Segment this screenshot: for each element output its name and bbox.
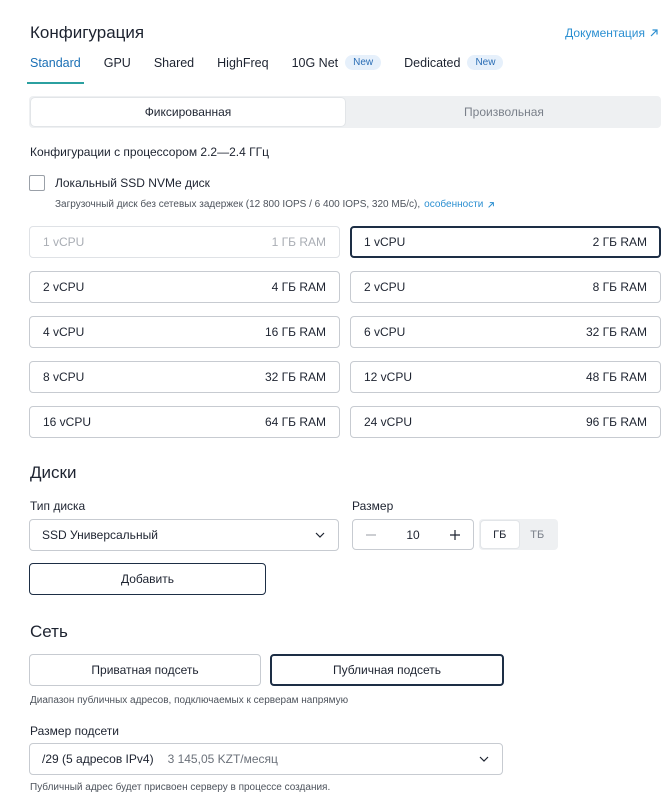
tab-label: Shared — [153, 56, 195, 70]
mode-fixed-button[interactable]: Фиксированная — [31, 98, 345, 126]
preset-ram: 48 ГБ RAM — [585, 370, 647, 384]
local-ssd-hint: Загрузочный диск без сетевых задержек (1… — [55, 199, 495, 210]
mode-custom-button[interactable]: Произвольная — [347, 96, 661, 128]
preset-option[interactable]: 2 vCPU 8 ГБ RAM — [350, 271, 661, 303]
decrement-button[interactable] — [363, 527, 379, 543]
external-link-icon — [488, 201, 495, 208]
disk-size-label: Размер — [352, 499, 394, 513]
tariff-tabs: Standard GPU Shared HighFreq 10G Net New… — [27, 52, 526, 84]
preset-cpu: 4 vCPU — [43, 325, 85, 339]
preset-ram: 1 ГБ RAM — [271, 235, 326, 249]
preset-ram: 16 ГБ RAM — [264, 325, 326, 339]
preset-option[interactable]: 6 vCPU 32 ГБ RAM — [350, 316, 661, 348]
preset-option[interactable]: 12 vCPU 48 ГБ RAM — [350, 361, 661, 393]
preset-ram: 64 ГБ RAM — [264, 415, 326, 429]
subnet-size-label: Размер подсети — [30, 724, 119, 738]
preset-cpu: 12 vCPU — [364, 370, 413, 384]
preset-cpu: 1 vCPU — [43, 235, 85, 249]
preset-ram: 8 ГБ RAM — [592, 280, 647, 294]
chevron-down-icon — [315, 532, 325, 538]
tab-label: GPU — [103, 56, 131, 70]
tab-highfreq[interactable]: HighFreq — [217, 52, 268, 84]
preset-option[interactable]: 24 vCPU 96 ГБ RAM — [350, 406, 661, 438]
tab-10g-net[interactable]: 10G Net New — [292, 52, 382, 84]
disk-size-stepper: 10 — [352, 519, 474, 550]
preset-cpu: 16 vCPU — [43, 415, 92, 429]
preset-ram: 32 ГБ RAM — [264, 370, 326, 384]
config-mode-switch: Фиксированная Произвольная — [29, 96, 661, 128]
tab-shared[interactable]: Shared — [154, 52, 194, 84]
public-subnet-button[interactable]: Публичная подсеть — [270, 654, 504, 686]
preset-ram: 96 ГБ RAM — [585, 415, 647, 429]
cpu-config-title: Конфигурации с процессором 2.2—2.4 ГГц — [30, 145, 269, 159]
local-ssd-checkbox[interactable] — [29, 175, 45, 191]
disk-size-input[interactable]: 10 — [406, 528, 419, 542]
subnet-size-select[interactable]: /29 (5 адресов IPv4) 3 145,05 KZT/месяц — [29, 743, 503, 775]
docs-link-label: Документация — [565, 26, 645, 40]
preset-cpu: 2 vCPU — [43, 280, 85, 294]
private-subnet-button[interactable]: Приватная подсеть — [29, 654, 261, 686]
preset-option: 1 vCPU 1 ГБ RAM — [29, 226, 340, 258]
preset-ram: 32 ГБ RAM — [585, 325, 647, 339]
local-ssd-label: Локальный SSD NVMe диск — [55, 176, 210, 190]
unit-tb-button[interactable]: ТБ — [519, 521, 557, 548]
preset-option[interactable]: 16 vCPU 64 ГБ RAM — [29, 406, 340, 438]
tab-label: Dedicated — [404, 56, 461, 70]
unit-gb-button[interactable]: ГБ — [481, 521, 519, 548]
disks-title: Диски — [30, 463, 77, 482]
chevron-down-icon — [479, 756, 489, 762]
add-disk-button[interactable]: Добавить — [29, 563, 266, 595]
preset-cpu: 1 vCPU — [364, 235, 406, 249]
docs-link[interactable]: Документация — [565, 26, 659, 40]
new-badge: New — [467, 55, 504, 70]
local-ssd-hint-text: Загрузочный диск без сетевых задержек (1… — [55, 199, 421, 210]
public-address-hint: Публичный адрес будет присвоен серверу в… — [30, 782, 331, 793]
tab-dedicated[interactable]: Dedicated New — [404, 52, 504, 84]
tab-label: HighFreq — [217, 56, 269, 70]
preset-option[interactable]: 8 vCPU 32 ГБ RAM — [29, 361, 340, 393]
preset-cpu: 8 vCPU — [43, 370, 85, 384]
preset-ram: 2 ГБ RAM — [592, 235, 647, 249]
tab-label: 10G Net — [291, 56, 339, 70]
features-link[interactable]: особенности — [424, 199, 495, 210]
preset-cpu: 6 vCPU — [364, 325, 406, 339]
tab-gpu[interactable]: GPU — [104, 52, 131, 84]
subnet-size-value: /29 (5 адресов IPv4) — [42, 752, 154, 766]
preset-option[interactable]: 4 vCPU 16 ГБ RAM — [29, 316, 340, 348]
public-subnet-hint: Диапазон публичных адресов, подключаемых… — [30, 695, 349, 706]
preset-option[interactable]: 2 vCPU 4 ГБ RAM — [29, 271, 340, 303]
new-badge: New — [345, 55, 382, 70]
disk-type-select[interactable]: SSD Универсальный — [29, 519, 339, 551]
disk-type-value: SSD Универсальный — [42, 528, 158, 542]
network-title: Сеть — [30, 622, 68, 641]
features-link-label: особенности — [424, 199, 484, 210]
tab-label: Standard — [30, 56, 81, 70]
minus-icon — [366, 533, 376, 536]
local-ssd-option[interactable]: Локальный SSD NVMe диск — [29, 175, 210, 191]
tab-standard[interactable]: Standard — [27, 52, 84, 84]
preset-option[interactable]: 1 vCPU 2 ГБ RAM — [350, 226, 661, 258]
plus-icon — [449, 529, 460, 540]
disk-unit-switch: ГБ ТБ — [479, 519, 558, 550]
increment-button[interactable] — [447, 527, 463, 543]
preset-cpu: 24 vCPU — [364, 415, 413, 429]
preset-cpu: 2 vCPU — [364, 280, 406, 294]
preset-ram: 4 ГБ RAM — [271, 280, 326, 294]
subnet-size-content: /29 (5 адресов IPv4) 3 145,05 KZT/месяц — [42, 752, 278, 766]
external-link-icon — [650, 29, 658, 37]
config-title: Конфигурация — [30, 23, 145, 42]
subnet-price: 3 145,05 KZT/месяц — [167, 752, 278, 766]
disk-type-label: Тип диска — [30, 499, 86, 513]
